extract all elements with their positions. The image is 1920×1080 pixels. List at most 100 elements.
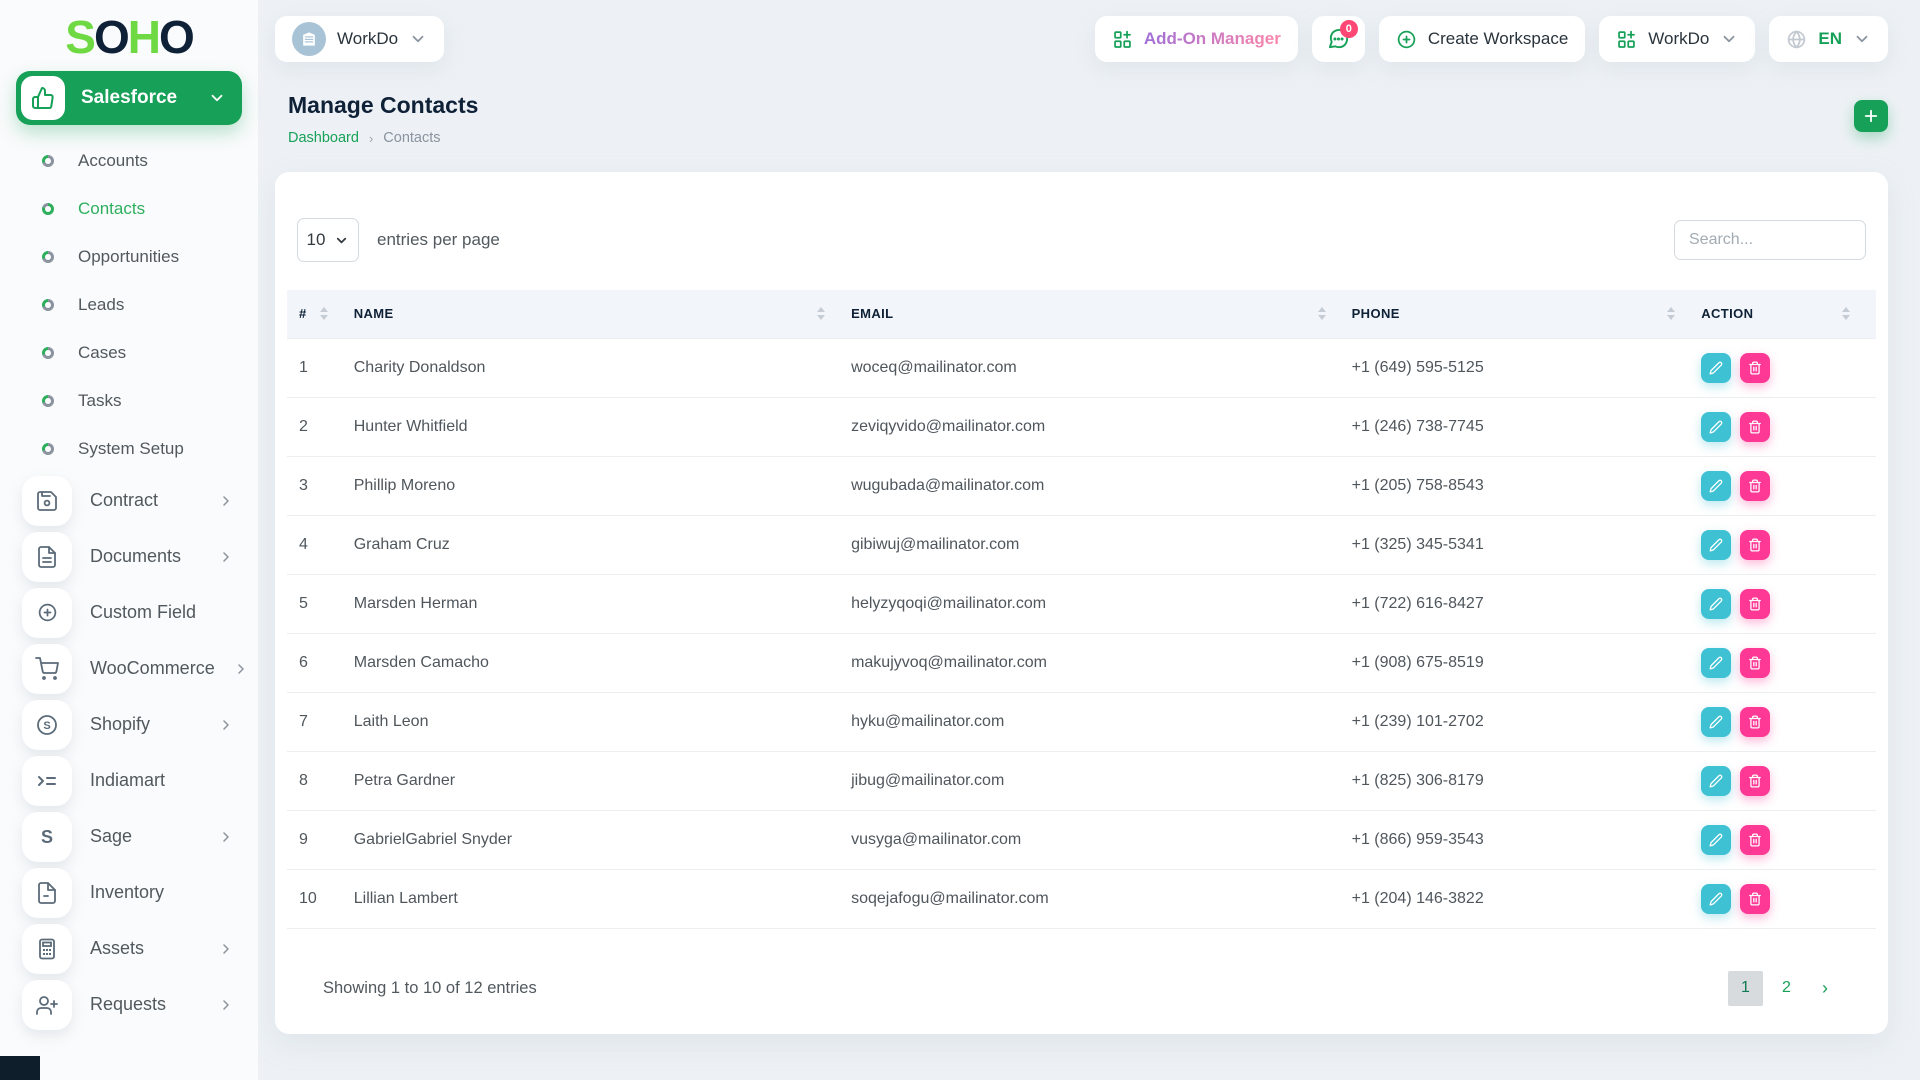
sort-icon[interactable] — [320, 307, 328, 320]
sidebar-bottom-strip — [0, 1056, 40, 1080]
sidebar-module-contract[interactable]: Contract — [0, 473, 258, 529]
delete-button[interactable] — [1740, 884, 1770, 914]
chevron-right-icon — [233, 661, 249, 677]
sidebar-module-shopify[interactable]: SShopify — [0, 697, 258, 753]
sort-icon[interactable] — [817, 307, 825, 320]
sidebar-module-label: Documents — [90, 546, 200, 567]
sidebar-item-contacts[interactable]: Contacts — [0, 185, 258, 233]
delete-button[interactable] — [1740, 353, 1770, 383]
pencil-icon — [1709, 656, 1723, 670]
cell-email: jibug@mailinator.com — [851, 751, 1352, 810]
cell-actions — [1701, 456, 1876, 515]
language-selector[interactable]: EN — [1769, 16, 1888, 62]
cell-phone: +1 (649) 595-5125 — [1352, 338, 1702, 397]
delete-button[interactable] — [1740, 825, 1770, 855]
sidebar-item-opportunities[interactable]: Opportunities — [0, 233, 258, 281]
edit-button[interactable] — [1701, 766, 1731, 796]
sidebar-module-assets[interactable]: Assets — [0, 921, 258, 977]
chevron-right-icon — [218, 717, 234, 733]
edit-button[interactable] — [1701, 707, 1731, 737]
sidebar-module-inventory[interactable]: Inventory — [0, 865, 258, 921]
pencil-icon — [1709, 833, 1723, 847]
search-input[interactable] — [1674, 220, 1866, 260]
delete-button[interactable] — [1740, 530, 1770, 560]
delete-button[interactable] — [1740, 766, 1770, 796]
bullet-icon — [42, 443, 54, 455]
sort-icon[interactable] — [1667, 307, 1675, 320]
sidebar-modules: Contract Documents Custom FieldWooCommerce… — [0, 473, 258, 1033]
delete-button[interactable] — [1740, 707, 1770, 737]
page-button-2[interactable]: 2 — [1769, 971, 1804, 1006]
page-heading-row: Manage Contacts Dashboard › Contacts — [275, 92, 1888, 146]
table-row: 1Charity Donaldsonwoceq@mailinator.com+1… — [287, 338, 1876, 397]
cell-name: Laith Leon — [354, 692, 851, 751]
workspace-switcher[interactable]: WorkDo — [275, 16, 444, 62]
header-actions: Add-On Manager 0 Create Workspace WorkDo… — [1095, 16, 1888, 62]
sidebar-module-woocommerce[interactable]: WooCommerce — [0, 641, 258, 697]
pencil-icon — [1709, 715, 1723, 729]
edit-button[interactable] — [1701, 530, 1731, 560]
cell-actions — [1701, 515, 1876, 574]
chevron-right-icon — [218, 493, 234, 509]
column-header-name[interactable]: NAME — [354, 290, 851, 338]
delete-button[interactable] — [1740, 589, 1770, 619]
edit-button[interactable] — [1701, 471, 1731, 501]
trash-icon — [1748, 656, 1762, 670]
create-workspace-button[interactable]: Create Workspace — [1379, 16, 1585, 62]
sidebar: SOHO Salesforce AccountsContactsOpportun… — [0, 0, 258, 1080]
sidebar-module-documents[interactable]: Documents — [0, 529, 258, 585]
edit-button[interactable] — [1701, 825, 1731, 855]
file-text-icon — [22, 532, 72, 582]
column-header-phone[interactable]: PHONE — [1352, 290, 1702, 338]
breadcrumb-dashboard-link[interactable]: Dashboard — [288, 130, 359, 146]
sidebar-module-sage[interactable]: SSage — [0, 809, 258, 865]
edit-button[interactable] — [1701, 589, 1731, 619]
cart-icon — [22, 644, 72, 694]
entries-per-page-select[interactable]: 10 — [297, 218, 359, 262]
delete-button[interactable] — [1740, 648, 1770, 678]
cell-actions — [1701, 810, 1876, 869]
sidebar-item-tasks[interactable]: Tasks — [0, 377, 258, 425]
add-contact-button[interactable] — [1854, 100, 1888, 132]
cell-num: 7 — [287, 692, 354, 751]
sidebar-module-label: Requests — [90, 994, 200, 1015]
pencil-icon — [1709, 479, 1723, 493]
bullet-icon — [42, 347, 54, 359]
edit-button[interactable] — [1701, 353, 1731, 383]
column-header-num[interactable]: # — [287, 290, 354, 338]
sort-icon[interactable] — [1842, 307, 1850, 320]
cell-actions — [1701, 692, 1876, 751]
cell-phone: +1 (204) 146-3822 — [1352, 869, 1702, 928]
cell-actions — [1701, 869, 1876, 928]
next-page-button[interactable]: › — [1810, 971, 1840, 1006]
add-on-manager-button[interactable]: Add-On Manager — [1095, 16, 1298, 62]
sidebar-item-cases[interactable]: Cases — [0, 329, 258, 377]
cell-num: 3 — [287, 456, 354, 515]
column-header-action[interactable]: ACTION — [1701, 290, 1876, 338]
sidebar-module-custom-field[interactable]: Custom Field — [0, 585, 258, 641]
sidebar-submenu: AccountsContactsOpportunities Leads CasesT… — [0, 137, 258, 473]
workdo-menu-button[interactable]: WorkDo — [1599, 16, 1755, 62]
edit-button[interactable] — [1701, 648, 1731, 678]
chevron-right-icon — [218, 941, 234, 957]
edit-button[interactable] — [1701, 412, 1731, 442]
page-button-1[interactable]: 1 — [1728, 971, 1763, 1006]
column-header-email[interactable]: EMAIL — [851, 290, 1352, 338]
sidebar-module-indiamart[interactable]: Indiamart — [0, 753, 258, 809]
sidebar-item-system-setup[interactable]: System Setup — [0, 425, 258, 473]
sidebar-module-requests[interactable]: Requests — [0, 977, 258, 1033]
sidebar-item-label: Leads — [78, 295, 124, 315]
salesforce-menu-button[interactable]: Salesforce — [16, 71, 242, 125]
bullet-icon — [42, 203, 54, 215]
column-label: ACTION — [1701, 306, 1753, 321]
sidebar-item-accounts[interactable]: Accounts — [0, 137, 258, 185]
delete-button[interactable] — [1740, 412, 1770, 442]
sort-icon[interactable] — [1318, 307, 1326, 320]
sidebar-item-leads[interactable]: Leads — [0, 281, 258, 329]
messenger-button[interactable]: 0 — [1312, 16, 1365, 62]
trash-icon — [1748, 597, 1762, 611]
edit-button[interactable] — [1701, 884, 1731, 914]
cell-email: helyzyqoqi@mailinator.com — [851, 574, 1352, 633]
delete-button[interactable] — [1740, 471, 1770, 501]
cell-email: makujyvoq@mailinator.com — [851, 633, 1352, 692]
